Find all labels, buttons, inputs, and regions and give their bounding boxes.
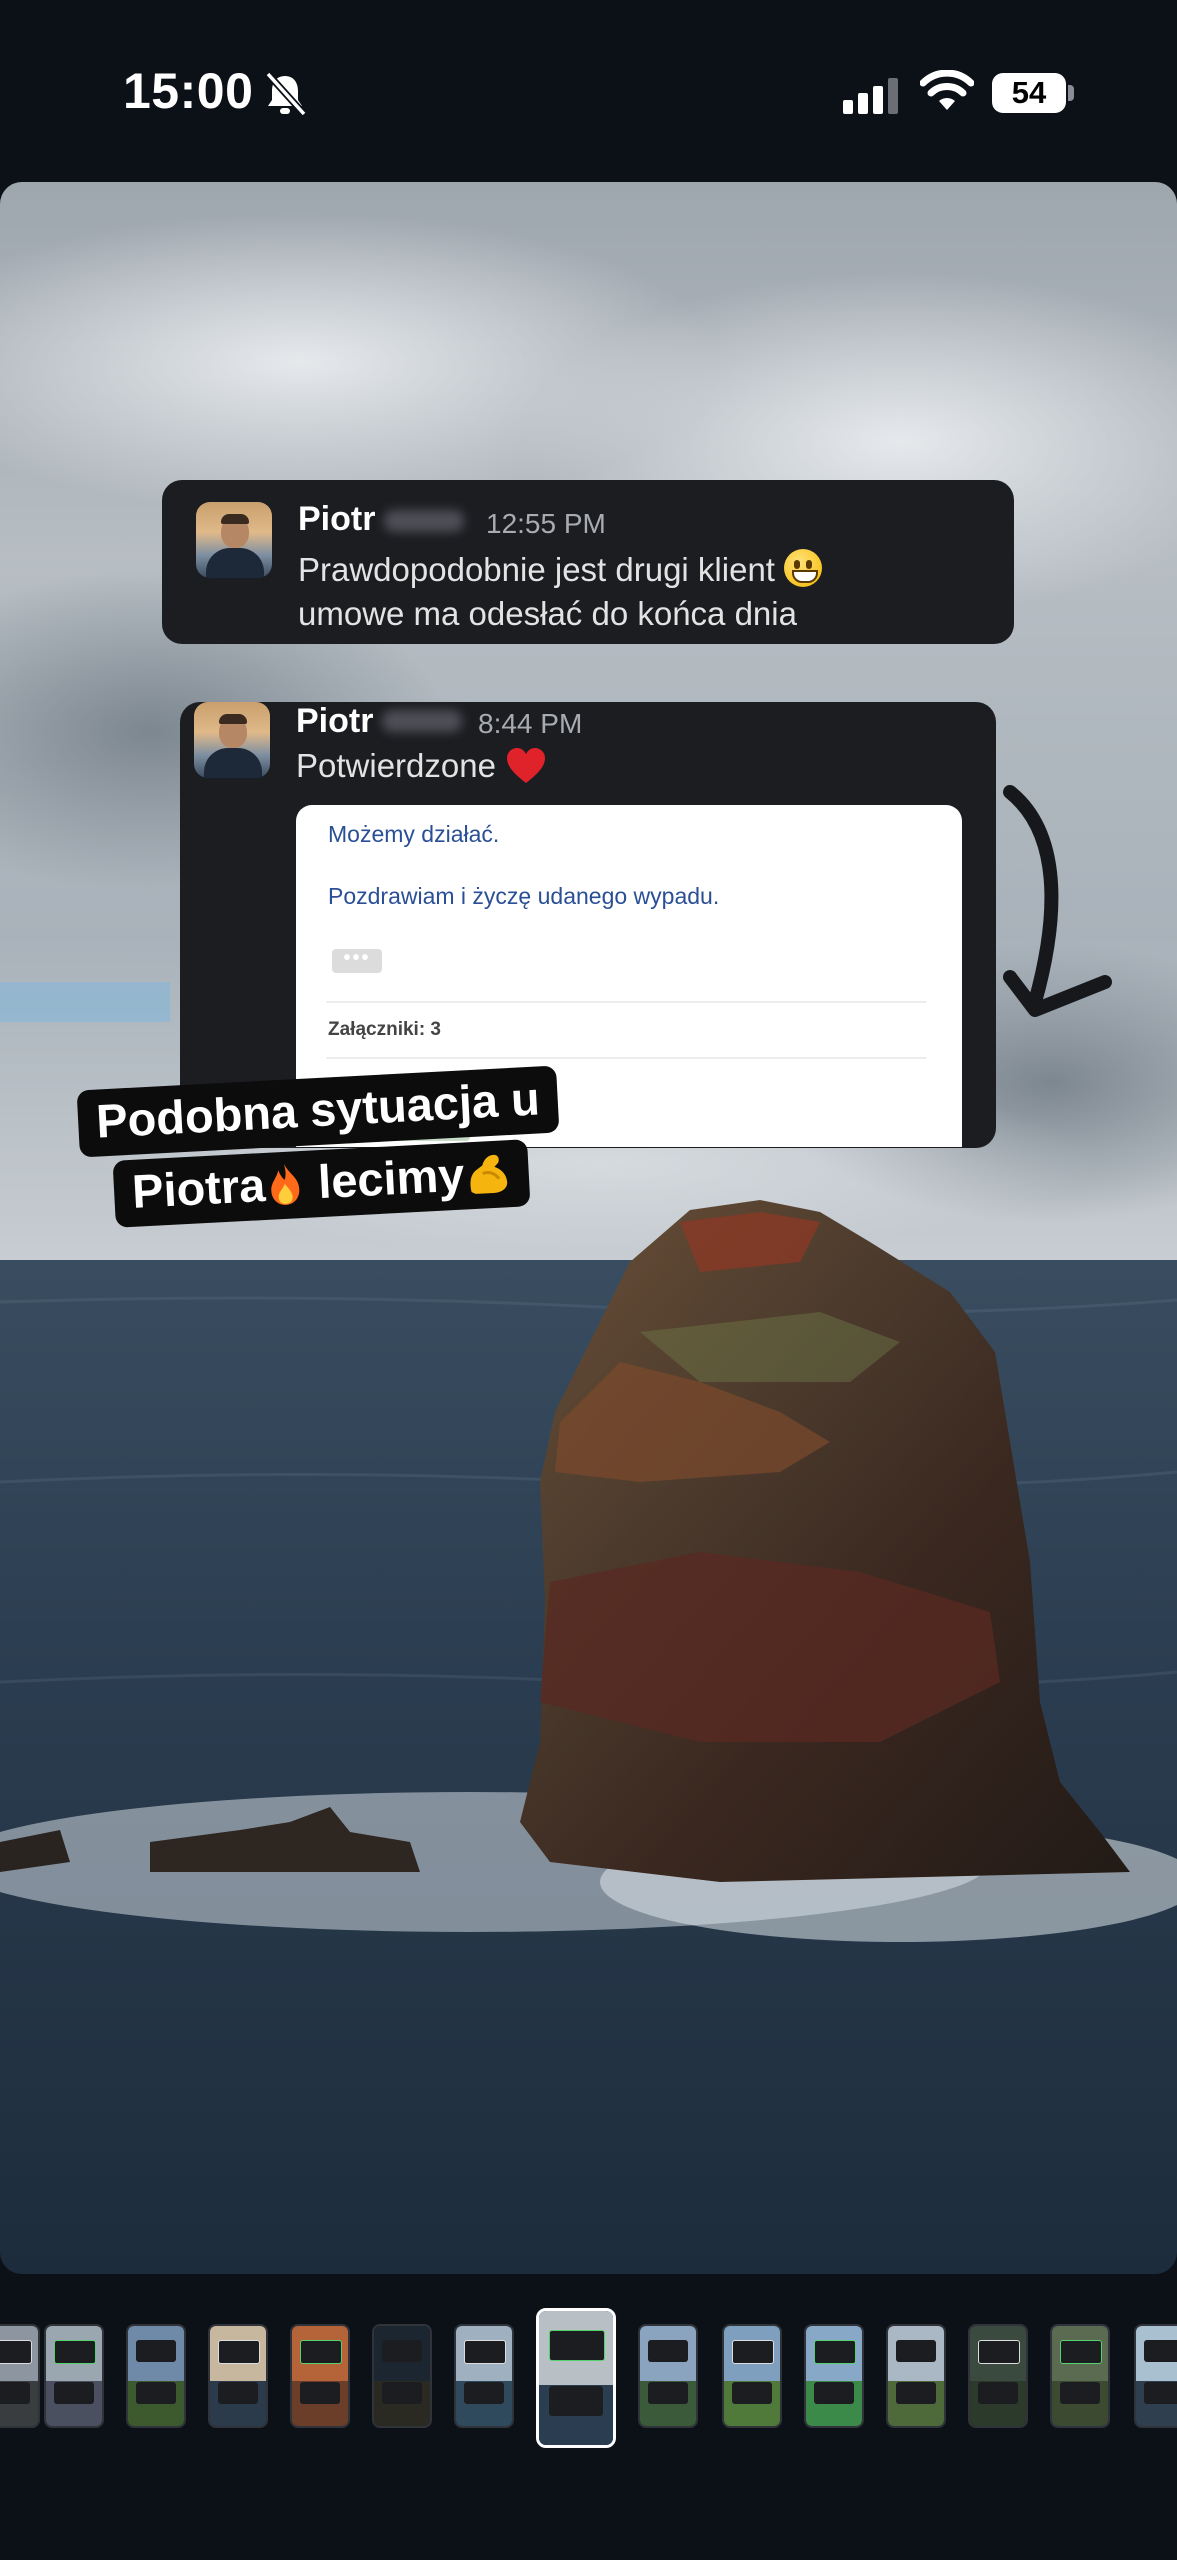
story-thumbnail[interactable] [1050,2324,1110,2428]
story-thumbnail-strip[interactable] [0,2306,1177,2456]
flexed-biceps-icon [470,1154,507,1194]
battery-tip [1068,85,1074,101]
status-bar: 15:00 54 [0,0,1177,180]
story-thumbnail[interactable] [44,2324,104,2428]
red-heart-icon [507,748,546,783]
story-thumbnail[interactable] [372,2324,432,2428]
story-thumbnail[interactable] [208,2324,268,2428]
story-thumbnail[interactable] [290,2324,350,2428]
story-thumbnail[interactable] [968,2324,1028,2428]
avatar [196,502,272,578]
message-text: Potwierdzone [296,744,547,788]
bell-slash-icon [265,71,307,117]
message-text-line2: umowe ma odesłać do końca dnia [298,595,797,632]
email-divider [326,1001,926,1003]
cellular-signal-icon [843,78,898,114]
story-thumbnail[interactable] [804,2324,864,2428]
email-line-2: Pozdrawiam i życzę udanego wypadu. [328,883,720,909]
email-attachments: Załączniki: 3 [328,1019,441,1040]
story-thumbnail-selected[interactable] [536,2308,616,2448]
email-line-1: Możemy działać. [328,821,500,847]
message-text: Prawdopodobnie jest drugi klient umowe m… [298,548,823,636]
curved-arrow-icon [1003,785,1112,1017]
wifi-icon [920,70,974,110]
email-ellipsis: ••• [332,948,382,973]
avatar [194,702,270,778]
story-thumbnail[interactable] [638,2324,698,2428]
story-thumbnail[interactable] [126,2324,186,2428]
message-text-line1: Prawdopodobnie jest drugi klient [298,551,775,588]
redacted-surname [384,510,464,532]
message-time: 8:44 PM [478,708,583,739]
grinning-face-icon [784,549,823,587]
story-thumbnail[interactable] [1134,2324,1177,2428]
redacted-surname [382,710,462,732]
story-thumbnail[interactable] [454,2324,514,2428]
sender-name: Piotr [296,702,374,740]
email-divider [326,1057,926,1059]
sender-name: Piotr [298,500,376,538]
message-card-1[interactable]: Piotr 12:55 PM Prawdopodobnie jest drugi… [162,480,1014,644]
fire-icon [271,1163,300,1205]
status-time: 15:00 [123,63,254,119]
story-thumbnail[interactable] [886,2324,946,2428]
story-thumbnail[interactable] [722,2324,782,2428]
battery-indicator: 54 [992,73,1066,113]
message-time: 12:55 PM [486,508,606,539]
story-thumbnail[interactable] [0,2324,40,2428]
